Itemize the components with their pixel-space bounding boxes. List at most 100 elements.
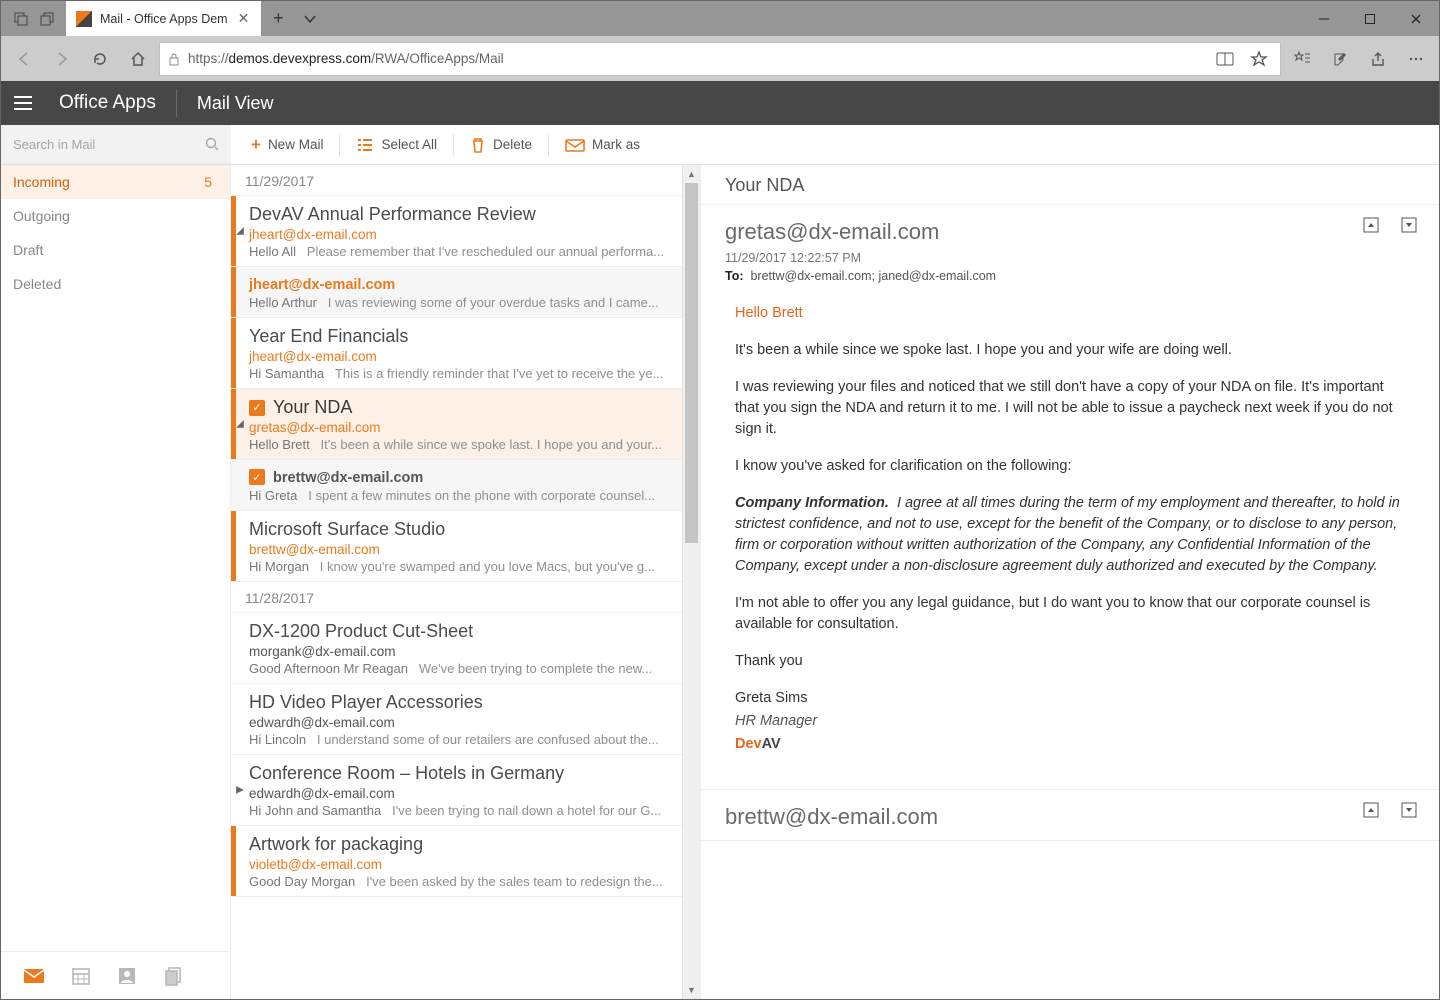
message-item[interactable]: Microsoft Surface Studiobrettw@dx-email.… — [231, 511, 682, 582]
favorite-icon[interactable] — [1246, 50, 1272, 68]
browser-titlebar: Mail - Office Apps Dem ✕ + — [1, 1, 1439, 36]
window-maximize-button[interactable] — [1347, 1, 1393, 36]
address-bar[interactable]: https://demos.devexpress.com/RWA/OfficeA… — [159, 42, 1281, 76]
reading-header: gretas@dx-email.com 11/29/2017 12:22:57 … — [701, 205, 1439, 293]
app-title: Office Apps — [45, 92, 176, 114]
refresh-button[interactable] — [83, 42, 117, 76]
message-preview: Hello Arthur I was reviewing some of you… — [249, 295, 672, 310]
search-icon[interactable] — [205, 137, 219, 151]
message-item[interactable]: ◢DevAV Annual Performance Review jheart@d… — [231, 196, 682, 267]
browser-tab-active[interactable]: Mail - Office Apps Dem ✕ — [66, 1, 261, 36]
home-button[interactable] — [121, 42, 155, 76]
message-item[interactable]: jheart@dx-email.com Hello Arthur I was re… — [231, 267, 682, 318]
message-preview: Hi Lincoln I understand some of our reta… — [249, 732, 672, 747]
search-input[interactable] — [13, 137, 205, 152]
tab-menu-chevron-icon[interactable] — [295, 1, 325, 36]
new-tab-button[interactable]: + — [261, 1, 295, 36]
mail-view-icon[interactable] — [23, 967, 45, 985]
new-mail-button[interactable]: +New Mail — [237, 125, 337, 165]
scrollbar[interactable]: ▲ ▼ — [682, 165, 700, 999]
url-text: https://demos.devexpress.com/RWA/OfficeA… — [188, 51, 1204, 66]
select-all-icon — [356, 137, 374, 153]
message-subject: Conference Room – Hotels in Germany — [249, 763, 564, 784]
message-subject: Your NDA — [273, 397, 352, 418]
favicon-icon — [76, 11, 92, 27]
reading-subject: Your NDA — [701, 165, 1439, 204]
message-subject: Artwork for packaging — [249, 834, 423, 855]
folder-incoming[interactable]: Incoming5 — [1, 165, 230, 199]
reading-to: To: brettw@dx-email.com; janed@dx-email.… — [725, 269, 1415, 283]
more-icon[interactable] — [1399, 42, 1433, 76]
message-item[interactable]: ✓brettw@dx-email.comHi Greta I spent a f… — [231, 460, 682, 511]
scroll-up-icon[interactable]: ▲ — [683, 165, 700, 183]
scroll-thumb[interactable] — [685, 183, 698, 543]
search-box[interactable] — [1, 125, 231, 164]
trash-icon — [470, 136, 486, 154]
tabs-icon — [14, 12, 28, 26]
notes-icon[interactable] — [1323, 42, 1357, 76]
message-item[interactable]: Artwork for packagingvioletb@dx-email.co… — [231, 826, 682, 897]
expander-icon[interactable]: ◢ — [234, 226, 246, 237]
mark-as-button[interactable]: Mark as — [551, 125, 654, 165]
message-subject: DevAV Annual Performance Review — [249, 204, 536, 225]
expand-down-icon[interactable] — [1401, 802, 1417, 818]
reader-icon[interactable] — [1212, 51, 1238, 67]
date-group-header: 11/28/2017 — [231, 582, 682, 613]
view-title: Mail View — [177, 93, 294, 114]
lock-icon — [168, 52, 180, 66]
expander-icon[interactable]: ▶ — [234, 785, 246, 796]
message-subject: DX-1200 Product Cut-Sheet — [249, 621, 473, 642]
message-subject: Microsoft Surface Studio — [249, 519, 445, 540]
message-from: edwardh@dx-email.com — [249, 715, 672, 730]
message-preview: Hello All Please remember that I've resc… — [249, 244, 672, 259]
tabs-icon — [40, 12, 54, 26]
message-preview: Good Day Morgan I've been asked by the s… — [249, 874, 672, 889]
folder-draft[interactable]: Draft — [1, 233, 230, 267]
delete-button[interactable]: Delete — [456, 125, 546, 165]
back-button[interactable] — [7, 42, 41, 76]
message-item[interactable]: ◢✓Your NDAgretas@dx-email.comHello Brett… — [231, 389, 682, 460]
reading-pane: Your NDA gretas@dx-email.com 11/29/2017 … — [701, 165, 1439, 999]
message-item[interactable]: Year End Financialsjheart@dx-email.comHi… — [231, 318, 682, 389]
message-from: jheart@dx-email.com — [249, 349, 672, 364]
expand-down-icon[interactable] — [1401, 217, 1417, 233]
window-minimize-button[interactable] — [1301, 1, 1347, 36]
message-item[interactable]: HD Video Player Accessoriesedwardh@dx-em… — [231, 684, 682, 755]
window-close-button[interactable] — [1393, 1, 1439, 36]
message-preview: Hi Greta I spent a few minutes on the ph… — [249, 488, 672, 503]
select-all-button[interactable]: Select All — [342, 125, 451, 165]
docs-view-icon[interactable] — [163, 966, 183, 986]
message-list: 11/29/2017◢DevAV Annual Performance Revi… — [231, 165, 701, 999]
reading-body: Hello Brett It's been a while since we s… — [701, 293, 1439, 789]
reading-from: gretas@dx-email.com — [725, 219, 1415, 245]
reading-date: 11/29/2017 12:22:57 PM — [725, 251, 1415, 265]
expand-up-icon[interactable] — [1363, 802, 1379, 818]
hamburger-menu-button[interactable] — [1, 81, 45, 125]
message-from: jheart@dx-email.com — [249, 277, 395, 293]
message-preview: Hi Morgan I know you're swamped and you … — [249, 559, 672, 574]
message-preview: Good Afternoon Mr Reagan We've been tryi… — [249, 661, 672, 676]
share-icon[interactable] — [1361, 42, 1395, 76]
message-preview: Hi Samantha This is a friendly reminder … — [249, 366, 672, 381]
expand-up-icon[interactable] — [1363, 217, 1379, 233]
scroll-down-icon[interactable]: ▼ — [683, 981, 700, 999]
message-item[interactable]: ▶Conference Room – Hotels in Germanyedwa… — [231, 755, 682, 826]
reply-collapsed-header[interactable]: brettw@dx-email.com — [701, 790, 1439, 840]
forward-button[interactable] — [45, 42, 79, 76]
window-tab-controls[interactable] — [1, 1, 66, 36]
app-header: Office Apps Mail View — [1, 81, 1439, 125]
folder-outgoing[interactable]: Outgoing — [1, 199, 230, 233]
message-from: jheart@dx-email.com — [249, 227, 672, 242]
folder-sidebar: Incoming5OutgoingDraftDeleted — [1, 165, 231, 999]
checkbox-icon[interactable]: ✓ — [249, 400, 265, 416]
message-item[interactable]: DX-1200 Product Cut-Sheetmorgank@dx-emai… — [231, 613, 682, 684]
message-preview: Hello Brett It's been a while since we s… — [249, 437, 672, 452]
checkbox-icon[interactable]: ✓ — [249, 469, 265, 485]
contacts-view-icon[interactable] — [117, 966, 137, 986]
folder-deleted[interactable]: Deleted — [1, 267, 230, 301]
favorites-list-icon[interactable] — [1285, 42, 1319, 76]
close-tab-icon[interactable]: ✕ — [236, 10, 252, 27]
view-switcher — [1, 951, 230, 999]
expander-icon[interactable]: ◢ — [234, 419, 246, 430]
calendar-view-icon[interactable] — [71, 966, 91, 986]
